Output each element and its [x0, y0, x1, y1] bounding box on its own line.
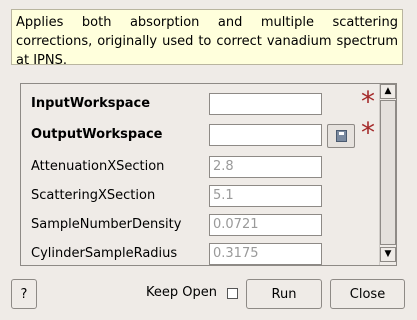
algorithm-description: Applies both absorption and multiple sca…: [11, 9, 403, 68]
input-workspace-field[interactable]: [209, 93, 322, 115]
property-label: SampleNumberDensity: [31, 217, 182, 232]
keep-open-checkbox[interactable]: [227, 288, 238, 299]
scroll-down-icon[interactable]: ▼: [380, 247, 396, 262]
property-label: ScatteringXSection: [31, 188, 156, 203]
property-label: OutputWorkspace: [31, 127, 163, 142]
attenuation-xsection-field[interactable]: [209, 156, 322, 178]
run-button[interactable]: Run: [246, 279, 322, 309]
scattering-xsection-field[interactable]: [209, 185, 322, 207]
close-button[interactable]: Close: [330, 279, 405, 309]
properties-panel: InputWorkspace * OutputWorkspace * Atten…: [20, 83, 397, 266]
property-label: AttenuationXSection: [31, 159, 165, 174]
sample-number-density-field[interactable]: [209, 214, 322, 236]
keep-open-label: Keep Open: [146, 285, 217, 300]
required-star-icon: *: [361, 116, 375, 149]
vertical-scrollbar[interactable]: ▲ ▼: [379, 84, 396, 265]
help-button[interactable]: ?: [11, 279, 37, 309]
required-star-icon: *: [361, 85, 375, 118]
scroll-up-icon[interactable]: ▲: [380, 84, 396, 99]
property-label: CylinderSampleRadius: [31, 246, 178, 261]
output-workspace-field[interactable]: [209, 124, 322, 146]
browse-button[interactable]: [327, 124, 355, 148]
property-label: InputWorkspace: [31, 96, 151, 111]
scrollbar-thumb[interactable]: [380, 100, 396, 245]
folder-browse-icon: [336, 130, 347, 142]
cylinder-sample-radius-field[interactable]: [209, 243, 322, 265]
